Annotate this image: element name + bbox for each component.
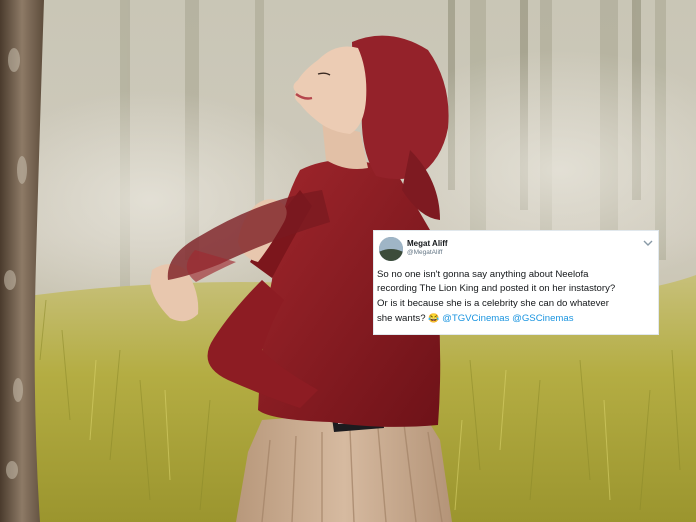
avatar-hill bbox=[379, 249, 403, 261]
tweet-text-line-3: Or is it because she is a celebrity she … bbox=[377, 297, 609, 309]
tweet-display-name[interactable]: Megat Aliff bbox=[407, 239, 448, 248]
tweet-text-line-4-text: she wants? bbox=[377, 313, 426, 325]
tweet-handle[interactable]: @MegatAliff bbox=[407, 249, 442, 257]
tweet-card[interactable]: Megat Aliff @MegatAliff So no one isn't … bbox=[373, 230, 659, 335]
mention-link-gscinemas[interactable]: @GSCinemas bbox=[512, 313, 573, 324]
chevron-down-icon[interactable] bbox=[643, 239, 653, 247]
tweet-text-line-4: she wants? 😂 @TGVCinemas @GSCinemas bbox=[377, 311, 657, 326]
laughing-emoji-icon: 😂 bbox=[428, 313, 440, 324]
tweet-text-line-1: So no one isn't gonna say anything about… bbox=[377, 269, 589, 280]
tweet-text-line-2: recording The Lion King and posted it on… bbox=[377, 283, 616, 295]
tweet-text: So no one isn't gonna say anything about… bbox=[377, 268, 657, 327]
mention-link-tgvcinemas[interactable]: @TGVCinemas bbox=[442, 313, 509, 324]
landscape-avatar-icon[interactable] bbox=[379, 237, 403, 261]
